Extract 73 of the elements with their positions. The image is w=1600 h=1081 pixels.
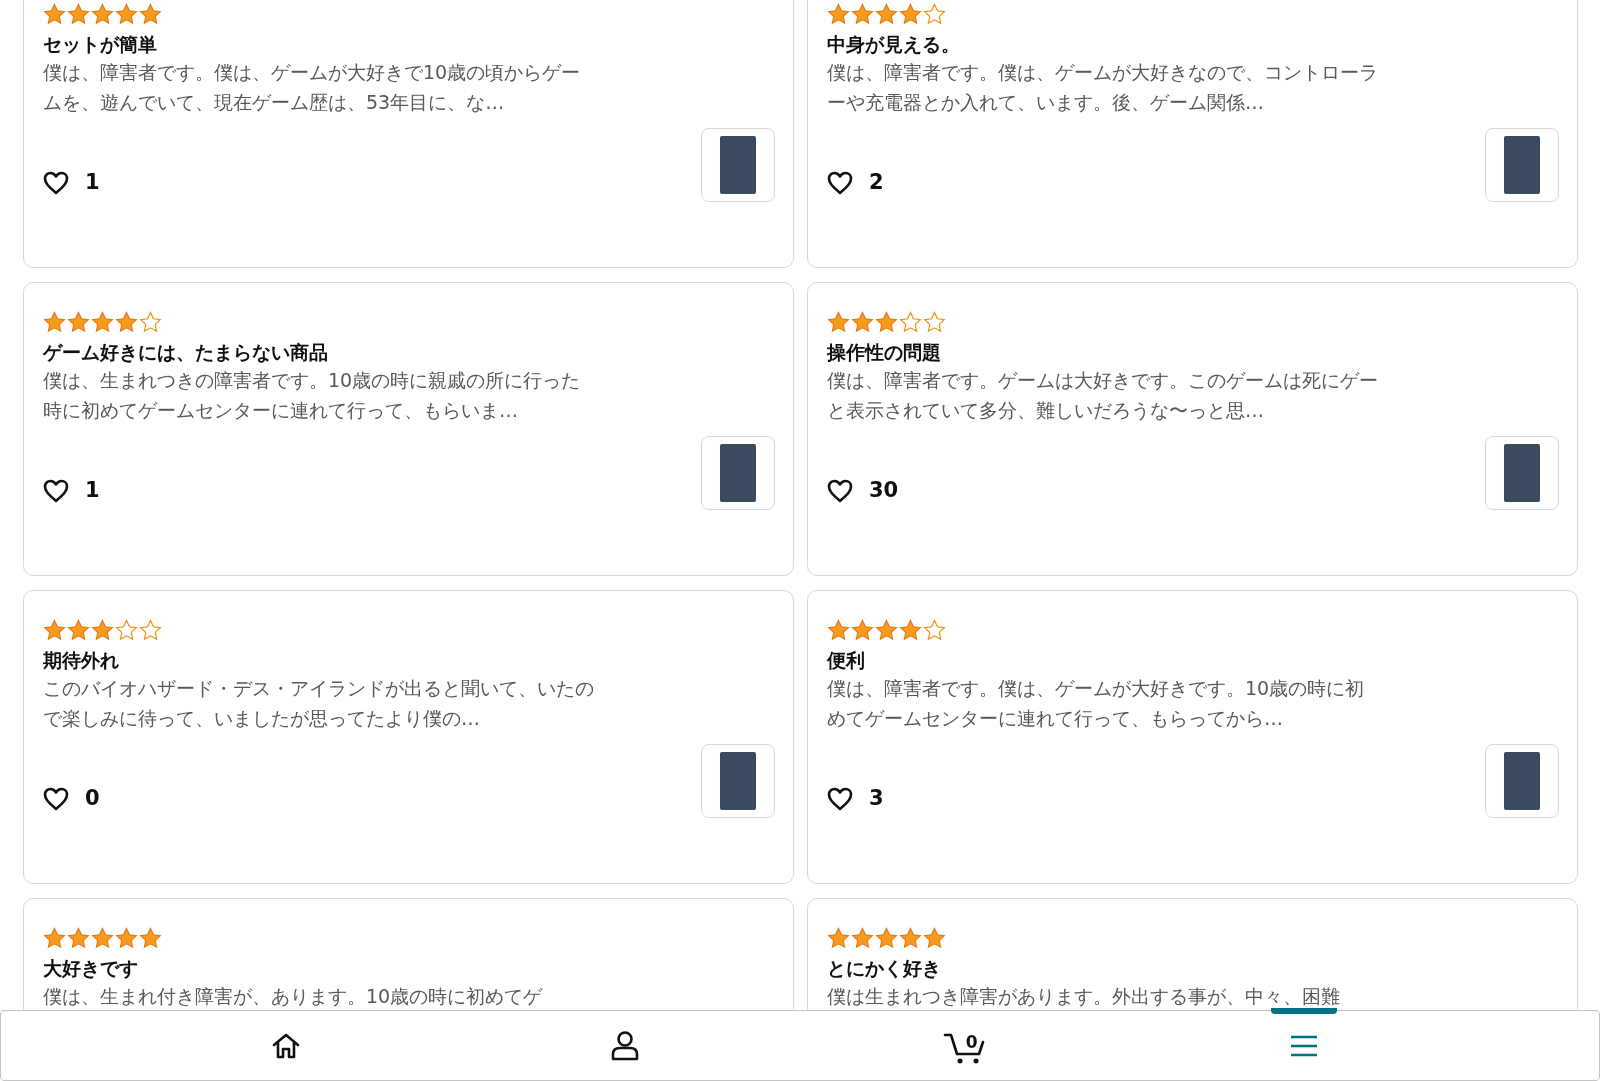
filled-star-icon — [43, 927, 66, 949]
filled-star-icon — [875, 927, 898, 949]
like-count: 1 — [85, 169, 100, 196]
review-text: 僕は、生まれつきの障害者です。10歳の時に親戚の所に行った時に初めてゲームセンターに連れて行って、もらいま… — [43, 368, 582, 423]
filled-star-icon — [139, 3, 162, 25]
heart-icon[interactable] — [827, 170, 853, 195]
filled-star-icon — [115, 927, 138, 949]
review-title: 操作性の問題 — [827, 340, 942, 365]
filled-star-icon — [139, 927, 162, 949]
product-thumbnail[interactable] — [701, 744, 775, 818]
filled-star-icon — [67, 311, 90, 333]
review-text: 僕は、障害者です。僕は、ゲームが大好きなので、コントローラーや充電器とか入れて、います。後、ゲーム関係… — [827, 60, 1379, 115]
filled-star-icon — [827, 927, 850, 949]
filled-star-icon — [43, 311, 66, 333]
review-text: このバイオハザード・デス・アイランドが出ると聞いて、いたので楽しみに待って、いましたが思ってたより僕の… — [43, 676, 595, 731]
like-count: 30 — [869, 477, 899, 504]
heart-icon[interactable] — [43, 170, 69, 195]
like-count: 1 — [85, 477, 100, 504]
menu-icon — [1289, 1033, 1320, 1058]
product-thumbnail[interactable] — [701, 436, 775, 510]
filled-star-icon — [851, 311, 874, 333]
review-title: 大好きです — [43, 956, 139, 981]
selected-tab-indicator — [1271, 1008, 1338, 1014]
filled-star-icon — [875, 311, 898, 333]
heart-icon[interactable] — [43, 478, 69, 503]
filled-star-icon — [91, 619, 114, 641]
review-title: 期待外れ — [43, 648, 120, 673]
filled-star-icon — [899, 927, 922, 949]
person-icon — [610, 1029, 641, 1062]
review-text: 僕は、生まれ付き障害が、あります。10歳の時に初めてゲ — [43, 984, 544, 1009]
filled-star-icon — [827, 3, 850, 25]
filled-star-icon — [851, 3, 874, 25]
review-title: セットが簡単 — [43, 32, 158, 57]
filled-star-icon — [875, 3, 898, 25]
review-title: 便利 — [827, 648, 866, 673]
filled-star-icon — [91, 927, 114, 949]
review-text: 僕は、障害者です。ゲームは大好きです。このゲームは死にゲーと表示されていて多分、難しいだろうな〜っと思… — [827, 368, 1379, 423]
filled-star-icon — [851, 619, 874, 641]
filled-star-icon — [43, 619, 66, 641]
product-thumbnail[interactable] — [1485, 128, 1559, 202]
filled-star-icon — [899, 619, 922, 641]
filled-star-icon — [67, 927, 90, 949]
filled-star-icon — [91, 3, 114, 25]
filled-star-icon — [91, 311, 114, 333]
like-count: 0 — [85, 785, 100, 812]
filled-star-icon — [115, 311, 138, 333]
filled-star-icon — [899, 3, 922, 25]
filled-star-icon — [67, 619, 90, 641]
product-thumbnail[interactable] — [1485, 744, 1559, 818]
review-title: 中身が見える。 — [827, 32, 961, 57]
filled-star-icon — [851, 927, 874, 949]
filled-star-icon — [67, 3, 90, 25]
filled-star-icon — [43, 3, 66, 25]
review-text: 僕は、障害者です。僕は、ゲームが大好きで10歳の頃からゲームを、遊んでいて、現在ゲーム歴は、53年目に、な… — [43, 60, 582, 115]
review-title: とにかく好き — [827, 956, 942, 981]
review-text: 僕は、障害者です。僕は、ゲームが大好きです。10歳の時に初めてゲームセンターに連れて行って、もらってから… — [827, 676, 1366, 731]
heart-icon[interactable] — [43, 786, 69, 811]
filled-star-icon — [827, 311, 850, 333]
like-count: 2 — [869, 169, 884, 196]
filled-star-icon — [115, 3, 138, 25]
cart-count: 0 — [965, 1030, 978, 1054]
review-text: 僕は生まれつき障害があります。外出する事が、中々、困難 — [827, 984, 1341, 1009]
like-count: 3 — [869, 785, 884, 812]
review-title: ゲーム好きには、たまらない商品 — [43, 340, 329, 365]
product-thumbnail[interactable] — [1485, 436, 1559, 510]
heart-icon[interactable] — [827, 478, 853, 503]
home-icon — [270, 1031, 301, 1060]
filled-star-icon — [923, 927, 946, 949]
product-thumbnail[interactable] — [701, 128, 775, 202]
cart-button[interactable]: 0 — [795, 1011, 1135, 1080]
heart-icon[interactable] — [827, 786, 853, 811]
filled-star-icon — [875, 619, 898, 641]
filled-star-icon — [827, 619, 850, 641]
